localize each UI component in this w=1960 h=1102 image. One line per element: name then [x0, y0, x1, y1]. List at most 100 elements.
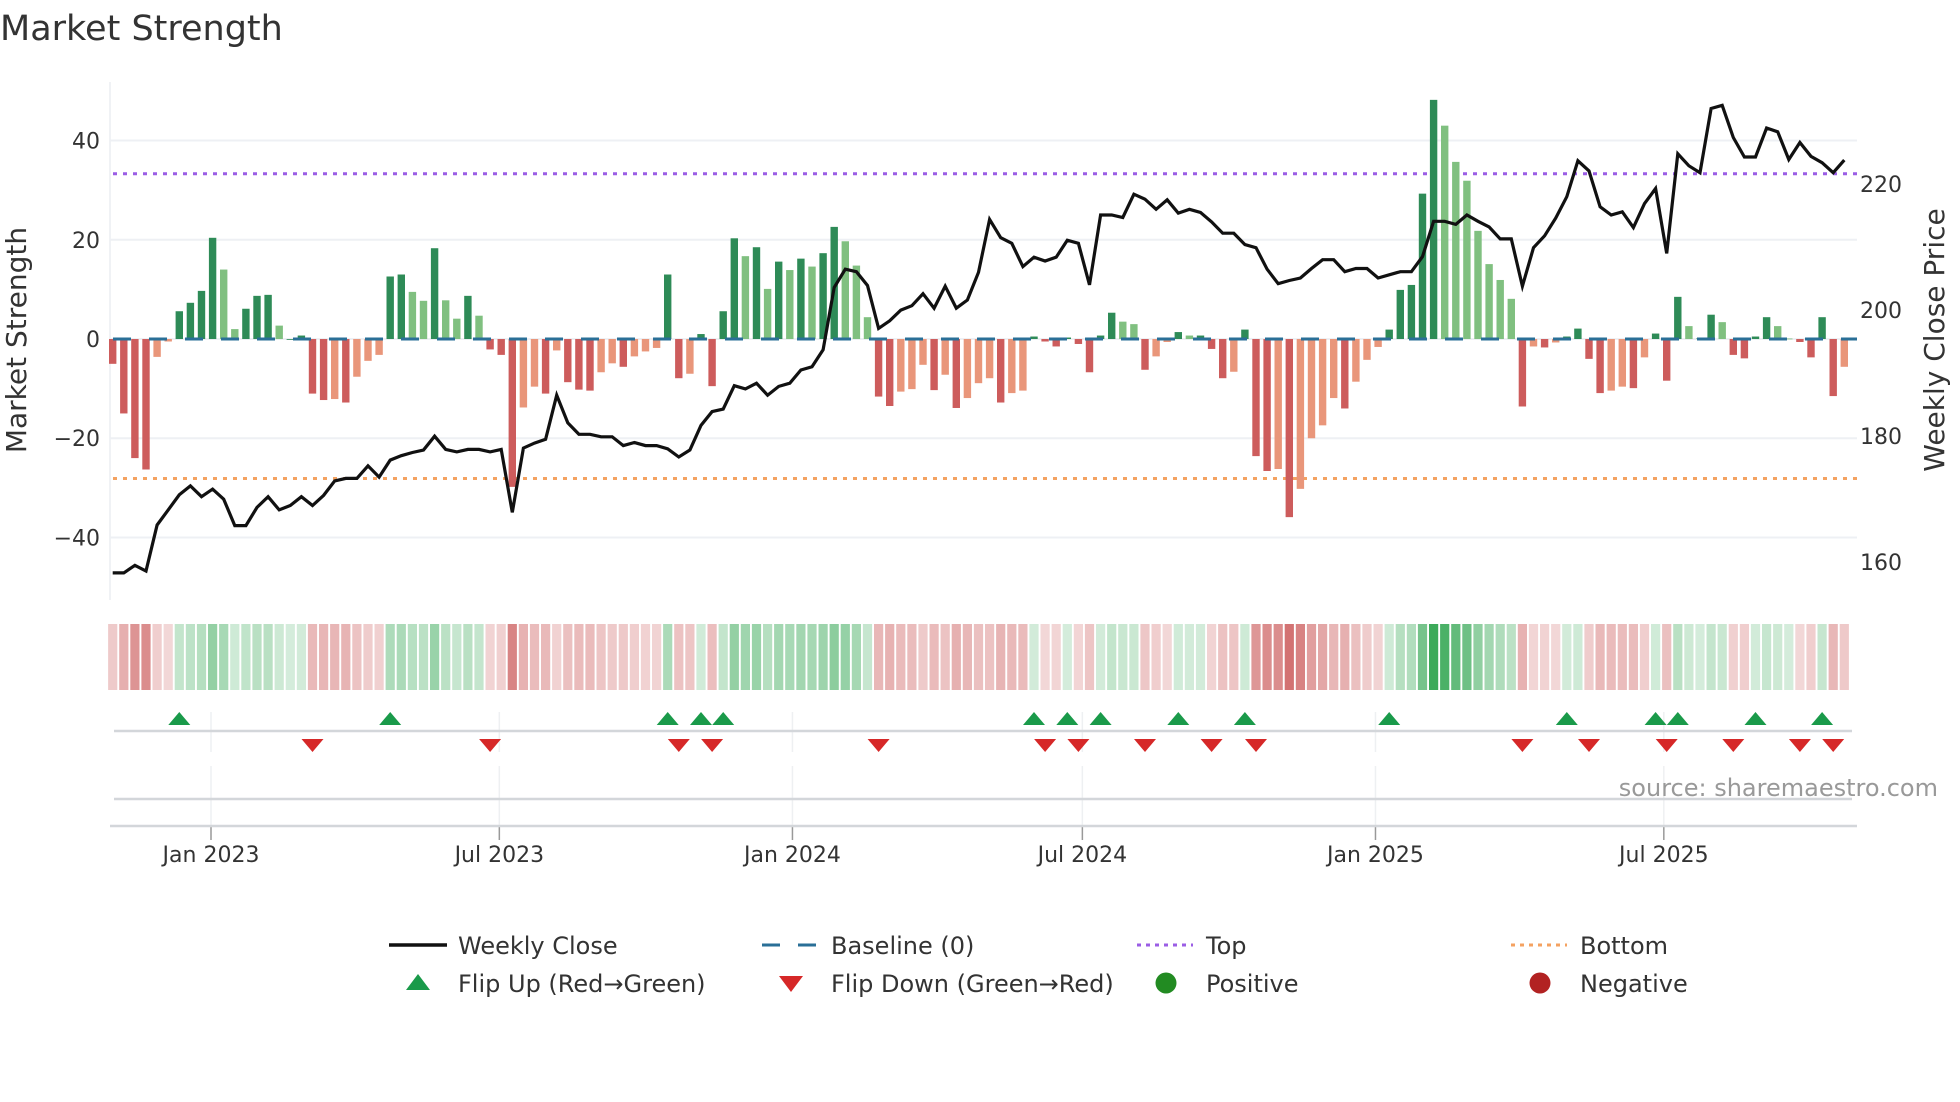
- strip-cell: [1118, 624, 1128, 690]
- strength-bar: [1252, 339, 1260, 457]
- strip-cell: [918, 624, 928, 690]
- y-axis-right: 220 200 180 160: [1860, 173, 1902, 576]
- strip-cell: [751, 624, 762, 690]
- strength-bar: [908, 339, 916, 390]
- strip-cell: [1517, 624, 1527, 690]
- strength-bar: [763, 288, 772, 340]
- strength-bar: [575, 339, 583, 390]
- strip-cell: [1495, 624, 1505, 690]
- x-tick-label: Jul 2025: [1617, 843, 1709, 868]
- strip-cell: [640, 624, 651, 690]
- flip-down-marker: [1578, 739, 1600, 752]
- strength-bar: [375, 339, 383, 355]
- strip-cell: [374, 624, 384, 690]
- strength-bar: [397, 274, 405, 340]
- legend-label: Baseline (0): [831, 932, 974, 960]
- y-axis-left: 40 20 0 −20 −40: [54, 130, 100, 552]
- strength-bar: [1341, 339, 1349, 409]
- strip-cell: [1295, 624, 1305, 690]
- strength-bar: [1441, 125, 1449, 340]
- strength-bar: [630, 339, 639, 357]
- strength-bar: [997, 339, 1005, 403]
- strength-bar: [808, 266, 816, 340]
- strength-bar: [264, 294, 272, 340]
- strength-bar: [497, 339, 505, 355]
- strength-bar: [797, 258, 805, 340]
- strip-cell: [607, 624, 617, 690]
- strength-bar: [1829, 339, 1837, 397]
- strip-cell: [1406, 624, 1416, 690]
- strip-cell: [1451, 624, 1461, 690]
- strip-cell: [241, 624, 251, 690]
- strength-bar: [1540, 339, 1549, 348]
- strength-bar: [708, 339, 716, 387]
- strength-bar: [1463, 180, 1471, 340]
- strip-cell: [907, 624, 917, 690]
- strip-cell: [1195, 624, 1206, 690]
- strip-cell: [851, 624, 861, 690]
- y2-tick-label: 220: [1860, 173, 1902, 198]
- circle-icon: [1529, 972, 1551, 994]
- strip-cell: [818, 624, 828, 690]
- strip-cell: [1417, 624, 1428, 690]
- strip-cell: [1029, 624, 1039, 690]
- flip-down-marker: [1511, 739, 1534, 752]
- strength-bar: [1507, 298, 1515, 340]
- strength-bar: [464, 295, 472, 340]
- flip-down-marker: [701, 739, 724, 752]
- x-axis: Jan 2023 Jul 2023 Jan 2024 Jul 2024 Jan 2025…: [110, 766, 1857, 868]
- flip-up-marker: [712, 712, 735, 725]
- strength-bar: [1452, 161, 1460, 340]
- strip-cell: [1351, 624, 1361, 690]
- y-tick-label: −40: [54, 526, 100, 551]
- strength-bar: [608, 339, 616, 364]
- strength-bar: [985, 339, 994, 379]
- strip-cell: [729, 624, 739, 690]
- strength-bar: [1496, 279, 1504, 340]
- strip-cell: [307, 624, 318, 690]
- strength-bar: [1585, 339, 1593, 359]
- x-tick-label: Jan 2025: [1325, 843, 1424, 868]
- strength-bar: [1352, 339, 1360, 382]
- strip-cell: [973, 624, 984, 690]
- strip-cell: [951, 624, 961, 690]
- strip-cell: [1506, 624, 1516, 690]
- legend-item-bottom: Bottom: [1511, 932, 1668, 960]
- y2-tick-label: 180: [1860, 425, 1902, 450]
- strength-bar: [586, 339, 594, 391]
- strength-bar: [342, 339, 350, 403]
- chart-title: Market Strength: [0, 9, 283, 49]
- strip-cell: [263, 624, 273, 690]
- strength-bar: [1285, 339, 1293, 518]
- strip-cell: [1007, 624, 1017, 690]
- strength-bar: [752, 247, 761, 340]
- strength-bar: [442, 300, 450, 340]
- strength-bar: [508, 339, 516, 487]
- strength-heat-strip: [108, 624, 1849, 690]
- strip-cell: [696, 624, 706, 690]
- strength-bar: [331, 339, 339, 400]
- strip-cell: [1318, 624, 1328, 690]
- strip-cell: [452, 624, 462, 690]
- flip-down-marker: [301, 739, 324, 752]
- legend: Weekly Close Baseline (0) Top Bottom Flip Up…: [389, 932, 1688, 998]
- strip-cell: [518, 624, 528, 690]
- strength-bar: [1674, 296, 1682, 340]
- legend-label: Positive: [1206, 970, 1299, 998]
- strip-cell: [1595, 624, 1605, 690]
- strip-cell: [574, 624, 584, 690]
- strength-bar: [453, 318, 461, 340]
- strip-cell: [1051, 624, 1061, 690]
- strip-cell: [1340, 624, 1350, 690]
- y-tick-label: 0: [86, 328, 100, 353]
- strip-cell: [1673, 624, 1683, 690]
- strip-cell: [1218, 624, 1228, 690]
- strength-bar: [919, 339, 927, 365]
- strip-cell: [585, 624, 595, 690]
- strength-bar: [1729, 339, 1737, 355]
- y2-tick-label: 200: [1860, 299, 1902, 324]
- strip-cell: [1784, 624, 1794, 690]
- strength-bar: [664, 274, 672, 340]
- y-tick-label: 40: [72, 130, 100, 155]
- strip-cell: [141, 624, 151, 690]
